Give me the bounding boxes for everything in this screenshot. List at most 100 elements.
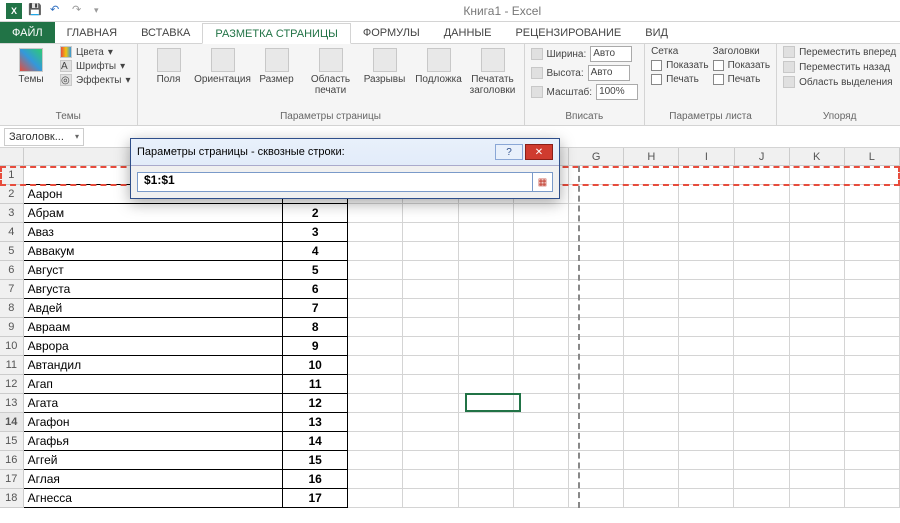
- cell[interactable]: [679, 185, 734, 204]
- cell[interactable]: [624, 166, 679, 185]
- cell[interactable]: [514, 470, 569, 489]
- cell[interactable]: 3: [283, 223, 348, 242]
- cell[interactable]: [569, 318, 624, 337]
- headings-print-checkbox[interactable]: [713, 74, 724, 85]
- cell[interactable]: [514, 375, 569, 394]
- cell[interactable]: 10: [283, 356, 348, 375]
- tab-разметка страницы[interactable]: РАЗМЕТКА СТРАНИЦЫ: [202, 23, 350, 44]
- cell[interactable]: [459, 337, 514, 356]
- cell[interactable]: Аглая: [24, 470, 284, 489]
- cell[interactable]: [734, 337, 789, 356]
- cell[interactable]: [734, 166, 789, 185]
- theme-fonts-button[interactable]: AШрифты ▾: [60, 60, 131, 72]
- cell[interactable]: 6: [283, 280, 348, 299]
- cell[interactable]: [734, 375, 789, 394]
- tab-главная[interactable]: ГЛАВНАЯ: [55, 22, 129, 43]
- cell[interactable]: [845, 375, 900, 394]
- cell[interactable]: [845, 223, 900, 242]
- cell[interactable]: [403, 413, 458, 432]
- cell[interactable]: [734, 242, 789, 261]
- cell[interactable]: [624, 223, 679, 242]
- column-header[interactable]: J: [735, 148, 790, 166]
- cell[interactable]: [459, 356, 514, 375]
- cell[interactable]: [624, 204, 679, 223]
- themes-button[interactable]: Темы: [6, 46, 56, 85]
- cell[interactable]: [569, 299, 624, 318]
- cell[interactable]: [514, 318, 569, 337]
- cell[interactable]: [348, 242, 403, 261]
- gridlines-show-checkbox[interactable]: [651, 60, 662, 71]
- cell[interactable]: [459, 394, 514, 413]
- cell[interactable]: [403, 356, 458, 375]
- cell[interactable]: [569, 261, 624, 280]
- cell[interactable]: [569, 470, 624, 489]
- cell[interactable]: [459, 223, 514, 242]
- cell[interactable]: [569, 204, 624, 223]
- cell[interactable]: [790, 432, 845, 451]
- cell[interactable]: [845, 470, 900, 489]
- cell[interactable]: [845, 413, 900, 432]
- cell[interactable]: [624, 432, 679, 451]
- cell[interactable]: [624, 375, 679, 394]
- cell[interactable]: [348, 413, 403, 432]
- cell[interactable]: [348, 337, 403, 356]
- cell[interactable]: [569, 185, 624, 204]
- height-spinner[interactable]: Авто: [588, 65, 630, 81]
- cell[interactable]: [514, 242, 569, 261]
- cell[interactable]: [790, 413, 845, 432]
- cell[interactable]: [569, 413, 624, 432]
- row-header[interactable]: 17: [0, 470, 24, 489]
- cell[interactable]: [734, 299, 789, 318]
- cell[interactable]: [679, 280, 734, 299]
- cell[interactable]: 2: [283, 204, 348, 223]
- cell[interactable]: [459, 413, 514, 432]
- cell[interactable]: [790, 451, 845, 470]
- row-header[interactable]: 13: [0, 394, 24, 413]
- column-header[interactable]: K: [790, 148, 845, 166]
- tab-рецензирование[interactable]: РЕЦЕНЗИРОВАНИЕ: [503, 22, 633, 43]
- tab-данные[interactable]: ДАННЫЕ: [432, 22, 504, 43]
- cell[interactable]: [348, 375, 403, 394]
- breaks-button[interactable]: Разрывы: [360, 46, 410, 85]
- cell[interactable]: [790, 166, 845, 185]
- send-backward-button[interactable]: Переместить назад: [783, 61, 896, 73]
- cell[interactable]: [403, 451, 458, 470]
- column-header[interactable]: H: [624, 148, 679, 166]
- cell[interactable]: [790, 261, 845, 280]
- theme-effects-button[interactable]: ◎Эффекты ▾: [60, 74, 131, 86]
- cell[interactable]: [679, 413, 734, 432]
- cell[interactable]: [459, 261, 514, 280]
- cell[interactable]: [790, 375, 845, 394]
- cell[interactable]: [514, 280, 569, 299]
- cell[interactable]: [624, 185, 679, 204]
- worksheet-grid[interactable]: ABCDEFGHIJKL 1ИменаНомер2Аарон13Абрам24А…: [0, 148, 900, 523]
- cell[interactable]: [679, 261, 734, 280]
- cell[interactable]: Авраам: [24, 318, 284, 337]
- cell[interactable]: Август: [24, 261, 284, 280]
- cell[interactable]: [790, 242, 845, 261]
- cell[interactable]: [845, 451, 900, 470]
- cell[interactable]: [348, 204, 403, 223]
- cell[interactable]: [845, 261, 900, 280]
- cell[interactable]: [734, 261, 789, 280]
- cell[interactable]: [790, 185, 845, 204]
- row-header[interactable]: 18: [0, 489, 24, 508]
- cell[interactable]: Аваз: [24, 223, 284, 242]
- column-header[interactable]: L: [845, 148, 900, 166]
- cell[interactable]: [569, 242, 624, 261]
- cell[interactable]: [790, 318, 845, 337]
- cell[interactable]: [624, 451, 679, 470]
- cell[interactable]: [679, 299, 734, 318]
- cell[interactable]: Аггей: [24, 451, 284, 470]
- rows-to-repeat-input[interactable]: $1:$1: [137, 172, 533, 192]
- cell[interactable]: [845, 242, 900, 261]
- print-titles-button[interactable]: Печатать заголовки: [468, 46, 518, 96]
- cell[interactable]: 9: [283, 337, 348, 356]
- cell[interactable]: [790, 394, 845, 413]
- cell[interactable]: [514, 356, 569, 375]
- cell[interactable]: [459, 489, 514, 508]
- cell[interactable]: [679, 394, 734, 413]
- cell[interactable]: [569, 451, 624, 470]
- cell[interactable]: [348, 470, 403, 489]
- select-all-triangle[interactable]: [0, 148, 24, 166]
